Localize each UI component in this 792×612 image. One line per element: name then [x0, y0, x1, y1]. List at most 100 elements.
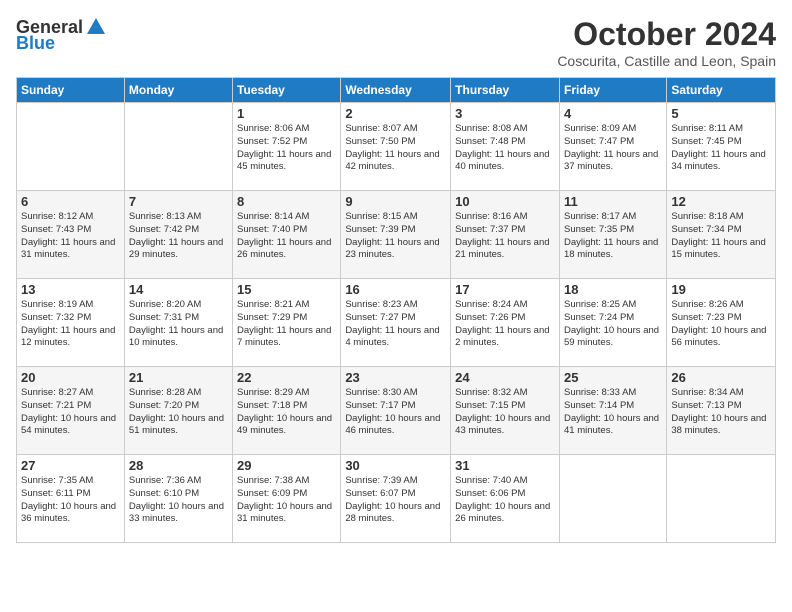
calendar-week-5: 27 Sunrise: 7:35 AM Sunset: 6:11 PM Dayli…	[17, 455, 776, 543]
day-info: Sunrise: 7:35 AM Sunset: 6:11 PM Dayligh…	[21, 475, 120, 526]
calendar-cell	[124, 103, 232, 191]
day-info: Sunrise: 8:30 AM Sunset: 7:17 PM Dayligh…	[345, 387, 446, 438]
day-info: Sunrise: 7:39 AM Sunset: 6:07 PM Dayligh…	[345, 475, 446, 526]
day-info: Sunrise: 8:25 AM Sunset: 7:24 PM Dayligh…	[564, 299, 662, 350]
calendar-cell: 12 Sunrise: 8:18 AM Sunset: 7:34 PM Dayli…	[667, 191, 776, 279]
day-info: Sunrise: 8:14 AM Sunset: 7:40 PM Dayligh…	[237, 211, 336, 262]
calendar-cell: 11 Sunrise: 8:17 AM Sunset: 7:35 PM Dayli…	[559, 191, 666, 279]
weekday-header-tuesday: Tuesday	[233, 78, 341, 103]
page: General Blue October 2024 Coscurita, Cas…	[0, 0, 792, 612]
day-number: 19	[671, 282, 771, 297]
day-info: Sunrise: 7:40 AM Sunset: 6:06 PM Dayligh…	[455, 475, 555, 526]
calendar-body: 1Sunrise: 8:06 AM Sunset: 7:52 PM Daylig…	[17, 103, 776, 543]
logo-icon	[85, 16, 107, 38]
day-info: Sunrise: 8:23 AM Sunset: 7:27 PM Dayligh…	[345, 299, 446, 350]
day-number: 14	[129, 282, 228, 297]
day-info: Sunrise: 8:32 AM Sunset: 7:15 PM Dayligh…	[455, 387, 555, 438]
calendar-cell: 25Sunrise: 8:33 AM Sunset: 7:14 PM Dayli…	[559, 367, 666, 455]
day-number: 16	[345, 282, 446, 297]
calendar-cell: 14 Sunrise: 8:20 AM Sunset: 7:31 PM Dayli…	[124, 279, 232, 367]
day-info: Sunrise: 8:08 AM Sunset: 7:48 PM Dayligh…	[455, 123, 555, 174]
day-number: 31	[455, 458, 555, 473]
day-number: 27	[21, 458, 120, 473]
calendar-week-4: 20Sunrise: 8:27 AM Sunset: 7:21 PM Dayli…	[17, 367, 776, 455]
calendar-cell: 31 Sunrise: 7:40 AM Sunset: 6:06 PM Dayli…	[451, 455, 560, 543]
calendar-cell: 24 Sunrise: 8:32 AM Sunset: 7:15 PM Dayli…	[451, 367, 560, 455]
day-number: 8	[237, 194, 336, 209]
day-number: 21	[129, 370, 228, 385]
day-info: Sunrise: 8:21 AM Sunset: 7:29 PM Dayligh…	[237, 299, 336, 350]
weekday-header-monday: Monday	[124, 78, 232, 103]
day-number: 7	[129, 194, 228, 209]
day-number: 9	[345, 194, 446, 209]
calendar-table: SundayMondayTuesdayWednesdayThursdayFrid…	[16, 77, 776, 543]
calendar-cell: 19 Sunrise: 8:26 AM Sunset: 7:23 PM Dayli…	[667, 279, 776, 367]
calendar-cell: 7 Sunrise: 8:13 AM Sunset: 7:42 PM Daylig…	[124, 191, 232, 279]
day-info: Sunrise: 8:34 AM Sunset: 7:13 PM Dayligh…	[671, 387, 771, 438]
day-number: 10	[455, 194, 555, 209]
day-number: 3	[455, 106, 555, 121]
day-info: Sunrise: 8:09 AM Sunset: 7:47 PM Dayligh…	[564, 123, 662, 174]
calendar-cell: 13Sunrise: 8:19 AM Sunset: 7:32 PM Dayli…	[17, 279, 125, 367]
calendar-cell: 28Sunrise: 7:36 AM Sunset: 6:10 PM Dayli…	[124, 455, 232, 543]
calendar-header: SundayMondayTuesdayWednesdayThursdayFrid…	[17, 78, 776, 103]
day-number: 17	[455, 282, 555, 297]
day-number: 11	[564, 194, 662, 209]
day-number: 12	[671, 194, 771, 209]
day-info: Sunrise: 8:13 AM Sunset: 7:42 PM Dayligh…	[129, 211, 228, 262]
day-number: 6	[21, 194, 120, 209]
weekday-header-thursday: Thursday	[451, 78, 560, 103]
calendar-cell	[667, 455, 776, 543]
day-info: Sunrise: 8:18 AM Sunset: 7:34 PM Dayligh…	[671, 211, 771, 262]
day-number: 1	[237, 106, 336, 121]
day-number: 23	[345, 370, 446, 385]
calendar-cell: 20Sunrise: 8:27 AM Sunset: 7:21 PM Dayli…	[17, 367, 125, 455]
day-number: 13	[21, 282, 120, 297]
calendar-cell: 21 Sunrise: 8:28 AM Sunset: 7:20 PM Dayli…	[124, 367, 232, 455]
day-info: Sunrise: 8:27 AM Sunset: 7:21 PM Dayligh…	[21, 387, 120, 438]
calendar-cell: 15 Sunrise: 8:21 AM Sunset: 7:29 PM Dayli…	[233, 279, 341, 367]
day-info: Sunrise: 8:11 AM Sunset: 7:45 PM Dayligh…	[671, 123, 771, 174]
calendar-cell: 26Sunrise: 8:34 AM Sunset: 7:13 PM Dayli…	[667, 367, 776, 455]
main-title: October 2024	[557, 16, 776, 53]
day-info: Sunrise: 8:29 AM Sunset: 7:18 PM Dayligh…	[237, 387, 336, 438]
day-number: 18	[564, 282, 662, 297]
day-info: Sunrise: 8:24 AM Sunset: 7:26 PM Dayligh…	[455, 299, 555, 350]
calendar-cell: 4 Sunrise: 8:09 AM Sunset: 7:47 PM Daylig…	[559, 103, 666, 191]
calendar-cell: 27 Sunrise: 7:35 AM Sunset: 6:11 PM Dayli…	[17, 455, 125, 543]
day-info: Sunrise: 8:16 AM Sunset: 7:37 PM Dayligh…	[455, 211, 555, 262]
day-info: Sunrise: 8:33 AM Sunset: 7:14 PM Dayligh…	[564, 387, 662, 438]
day-info: Sunrise: 8:28 AM Sunset: 7:20 PM Dayligh…	[129, 387, 228, 438]
calendar-cell: 18 Sunrise: 8:25 AM Sunset: 7:24 PM Dayli…	[559, 279, 666, 367]
calendar-cell: 2Sunrise: 8:07 AM Sunset: 7:50 PM Daylig…	[341, 103, 451, 191]
weekday-header-sunday: Sunday	[17, 78, 125, 103]
calendar-cell	[17, 103, 125, 191]
calendar-cell: 9 Sunrise: 8:15 AM Sunset: 7:39 PM Daylig…	[341, 191, 451, 279]
calendar-cell	[559, 455, 666, 543]
calendar-cell: 5Sunrise: 8:11 AM Sunset: 7:45 PM Daylig…	[667, 103, 776, 191]
day-number: 24	[455, 370, 555, 385]
calendar-cell: 3 Sunrise: 8:08 AM Sunset: 7:48 PM Daylig…	[451, 103, 560, 191]
weekday-header-friday: Friday	[559, 78, 666, 103]
day-info: Sunrise: 8:26 AM Sunset: 7:23 PM Dayligh…	[671, 299, 771, 350]
weekday-header-saturday: Saturday	[667, 78, 776, 103]
day-number: 29	[237, 458, 336, 473]
calendar-cell: 8 Sunrise: 8:14 AM Sunset: 7:40 PM Daylig…	[233, 191, 341, 279]
calendar-week-3: 13Sunrise: 8:19 AM Sunset: 7:32 PM Dayli…	[17, 279, 776, 367]
weekday-header-row: SundayMondayTuesdayWednesdayThursdayFrid…	[17, 78, 776, 103]
day-number: 15	[237, 282, 336, 297]
day-number: 30	[345, 458, 446, 473]
logo-blue: Blue	[16, 34, 55, 52]
day-info: Sunrise: 8:15 AM Sunset: 7:39 PM Dayligh…	[345, 211, 446, 262]
day-info: Sunrise: 8:17 AM Sunset: 7:35 PM Dayligh…	[564, 211, 662, 262]
day-info: Sunrise: 8:20 AM Sunset: 7:31 PM Dayligh…	[129, 299, 228, 350]
day-info: Sunrise: 8:07 AM Sunset: 7:50 PM Dayligh…	[345, 123, 446, 174]
calendar-cell: 6 Sunrise: 8:12 AM Sunset: 7:43 PM Daylig…	[17, 191, 125, 279]
header: General Blue October 2024 Coscurita, Cas…	[16, 16, 776, 69]
calendar-cell: 23 Sunrise: 8:30 AM Sunset: 7:17 PM Dayli…	[341, 367, 451, 455]
day-number: 4	[564, 106, 662, 121]
logo: General Blue	[16, 16, 107, 52]
calendar-week-1: 1Sunrise: 8:06 AM Sunset: 7:52 PM Daylig…	[17, 103, 776, 191]
day-info: Sunrise: 8:12 AM Sunset: 7:43 PM Dayligh…	[21, 211, 120, 262]
calendar-cell: 29Sunrise: 7:38 AM Sunset: 6:09 PM Dayli…	[233, 455, 341, 543]
